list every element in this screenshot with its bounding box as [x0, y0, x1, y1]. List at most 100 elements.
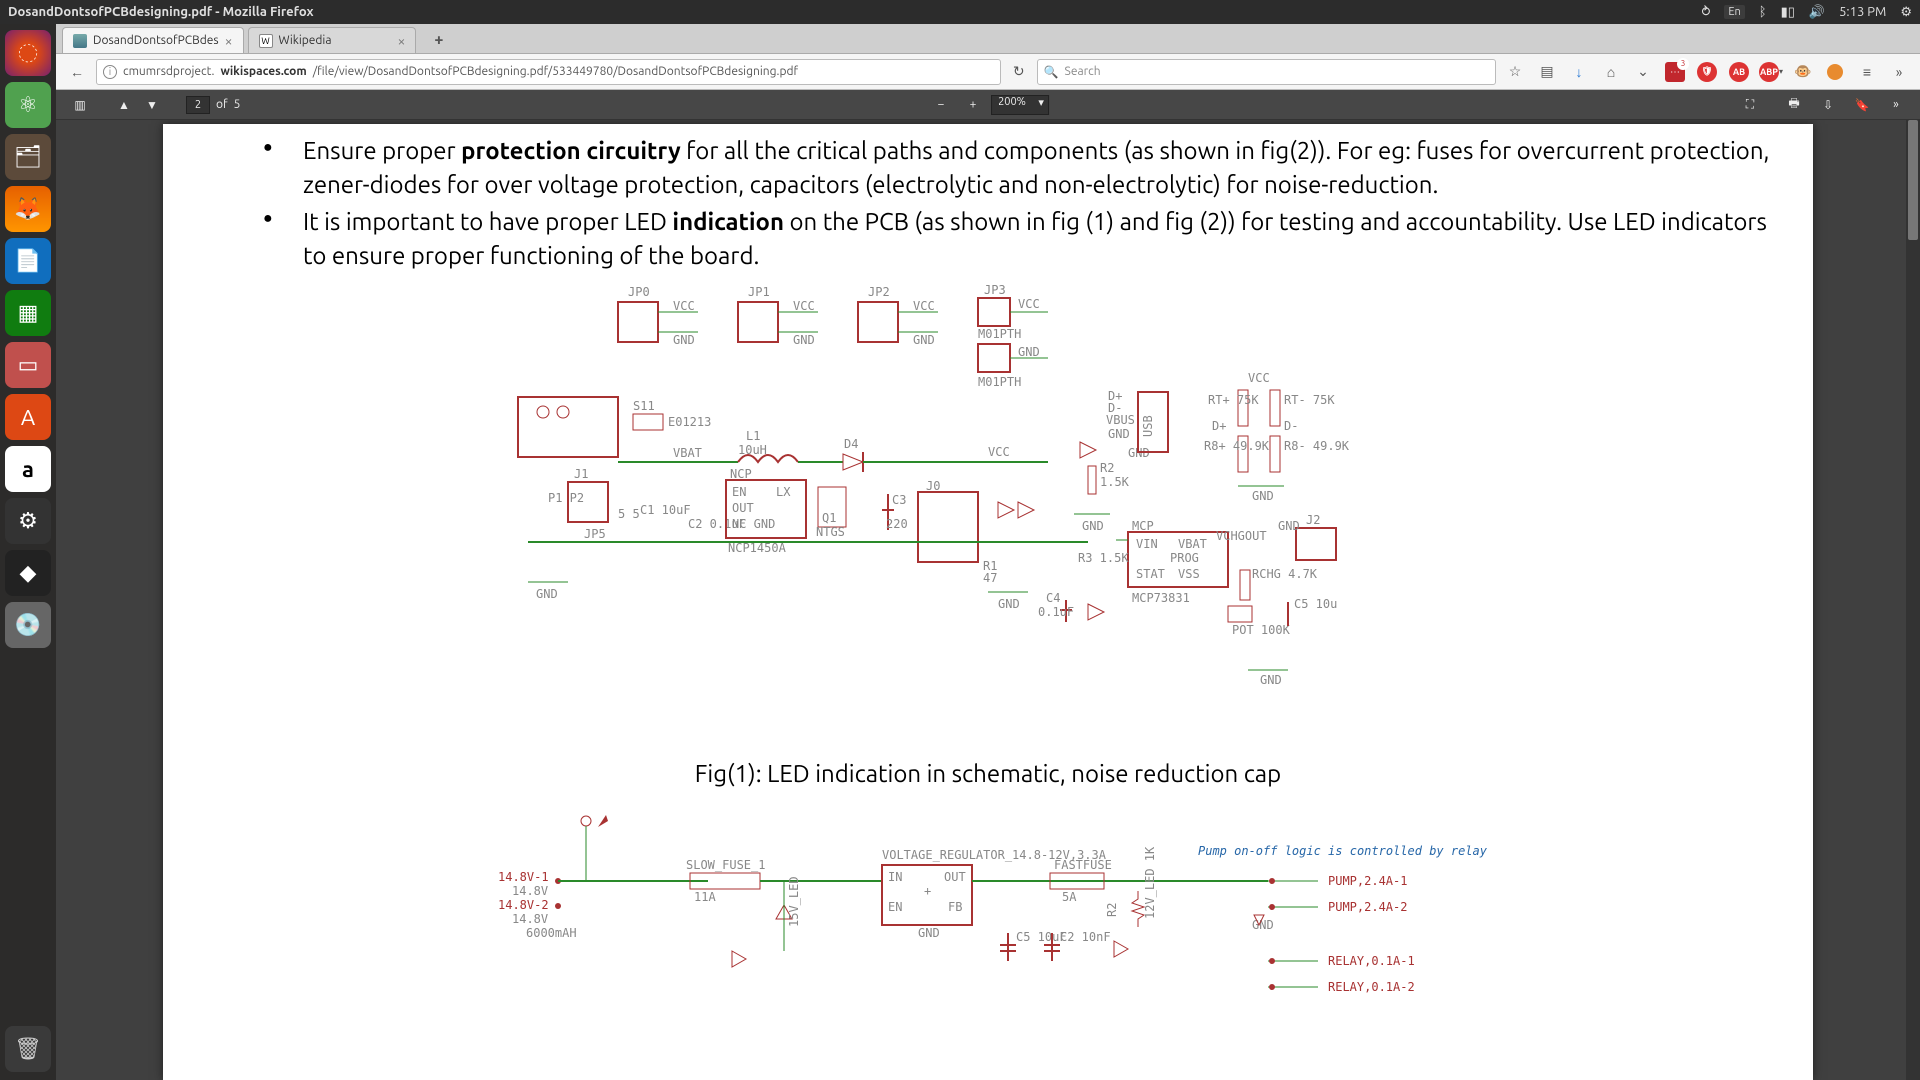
- svg-text:D-: D-: [1284, 419, 1298, 433]
- svg-text:M01PTH: M01PTH: [978, 375, 1021, 389]
- tab-wikipedia[interactable]: W Wikipedia ×: [248, 27, 417, 53]
- tab-close-button[interactable]: ×: [398, 33, 406, 49]
- svg-text:L1: L1: [746, 429, 760, 443]
- svg-text:GND: GND: [1252, 918, 1274, 932]
- svg-text:MCP: MCP: [1132, 519, 1154, 533]
- window-title: DosandDontsofPCBdesigning.pdf - Mozilla …: [8, 5, 1701, 19]
- svg-text:5 5: 5 5: [618, 507, 640, 521]
- network-icon[interactable]: ⥁: [1701, 5, 1710, 20]
- reload-button[interactable]: ↻: [1007, 63, 1031, 80]
- clock[interactable]: 5:13 PM: [1839, 5, 1886, 19]
- extension-lastpass-icon[interactable]: ⋯3: [1662, 59, 1688, 85]
- zoom-out-button[interactable]: −: [927, 91, 955, 119]
- print-button[interactable]: 🖶: [1780, 91, 1808, 119]
- back-button[interactable]: ←: [64, 59, 90, 85]
- site-info-icon[interactable]: i: [103, 65, 117, 79]
- zoom-select[interactable]: 200% ▾: [991, 95, 1049, 115]
- search-input[interactable]: 🔍 Search: [1037, 59, 1496, 85]
- svg-text:JP0: JP0: [628, 285, 650, 299]
- extension-generic-icon[interactable]: [1822, 59, 1848, 85]
- battery-icon[interactable]: ▮▯: [1781, 5, 1795, 20]
- extension-abp-icon[interactable]: ABP▾: [1758, 59, 1784, 85]
- svg-text:JP3: JP3: [984, 283, 1006, 297]
- atom-app-icon[interactable]: ⚛: [5, 82, 51, 128]
- svg-text:R2: R2: [1100, 461, 1114, 475]
- page-number-input[interactable]: [186, 96, 210, 114]
- browser-window: DosandDontsofPCBdes × W Wikipedia × + ← …: [56, 24, 1920, 1080]
- tools-menu-button[interactable]: »: [1882, 91, 1910, 119]
- svg-text:0.1uF: 0.1uF: [1038, 605, 1074, 619]
- settings-gear-icon[interactable]: ⚙: [1900, 5, 1912, 20]
- home-button[interactable]: ⌂: [1598, 59, 1624, 85]
- extension-greasemonkey-icon[interactable]: 🐵: [1790, 59, 1816, 85]
- bluetooth-icon[interactable]: ᛒ: [1759, 5, 1767, 19]
- menu-button[interactable]: ≡: [1854, 59, 1880, 85]
- download-pdf-button[interactable]: ⇩: [1814, 91, 1842, 119]
- firefox-app-icon[interactable]: 🦊: [5, 186, 51, 232]
- extension-adblock-icon[interactable]: AB: [1726, 59, 1752, 85]
- volume-icon[interactable]: 🔊: [1809, 5, 1825, 20]
- system-settings-icon[interactable]: ⚙: [5, 498, 51, 544]
- extension-ublock-icon[interactable]: 🛡: [1694, 59, 1720, 85]
- files-app-icon[interactable]: 🗂: [5, 134, 51, 180]
- sidebar-toggle-button[interactable]: ▥: [66, 91, 94, 119]
- bookmark-star-button[interactable]: ☆: [1502, 59, 1528, 85]
- svg-text:R2: R2: [1105, 903, 1119, 917]
- pdf-right-tools: ⛶ 🖶 ⇩ 🔖 »: [1736, 91, 1910, 119]
- svg-text:VCC: VCC: [793, 299, 815, 313]
- url-host: wikispaces.com: [220, 65, 306, 78]
- url-input[interactable]: i cmumrsdproject.wikispaces.com/file/vie…: [96, 59, 1001, 85]
- svg-text:GND: GND: [1278, 519, 1300, 533]
- zoom-controls: − + 200% ▾: [927, 91, 1049, 119]
- page-up-button[interactable]: ▲: [110, 91, 138, 119]
- svg-text:VBAT: VBAT: [673, 446, 702, 460]
- zoom-in-button[interactable]: +: [959, 91, 987, 119]
- tab-active[interactable]: DosandDontsofPCBdes ×: [62, 27, 244, 53]
- bookmark-pdf-button[interactable]: 🔖: [1848, 91, 1876, 119]
- svg-text:Pump on-off logic is controlle: Pump on-off logic is controlled by relay…: [1198, 844, 1488, 858]
- downloads-button[interactable]: ↓: [1566, 59, 1592, 85]
- pdf-toolbar: ▥ ▲ ▼ of 5 − + 200% ▾ ⛶ 🖶 ⇩ 🔖 »: [56, 90, 1920, 120]
- svg-text:PROG: PROG: [1170, 551, 1199, 565]
- page-sep-label: of: [216, 98, 228, 111]
- svg-text:VBAT: VBAT: [1178, 537, 1207, 551]
- schematic-fig2: 14.8V-1 14.8V 14.8V-2 14.8V 6000mAH SLOW…: [203, 801, 1773, 1001]
- svg-text:1.5K: 1.5K: [1100, 475, 1130, 489]
- svg-text:OUT: OUT: [944, 870, 966, 884]
- svg-text:D4: D4: [844, 437, 858, 451]
- pocket-button[interactable]: ⌄: [1630, 59, 1656, 85]
- svg-text:GND: GND: [1108, 427, 1130, 441]
- svg-text:USB: USB: [1141, 416, 1155, 438]
- trash-icon[interactable]: 🗑: [5, 1026, 51, 1072]
- svg-text:J1: J1: [574, 467, 588, 481]
- software-center-icon[interactable]: A: [5, 394, 51, 440]
- svg-text:VIN: VIN: [1136, 537, 1158, 551]
- reader-button[interactable]: ▤: [1534, 59, 1560, 85]
- svg-text:14.8V: 14.8V: [512, 884, 548, 898]
- new-tab-button[interactable]: +: [420, 27, 457, 53]
- svg-text:5A: 5A: [1062, 890, 1077, 904]
- disk-icon[interactable]: 💿: [5, 602, 51, 648]
- svg-text:C1 10uF: C1 10uF: [640, 503, 691, 517]
- impress-app-icon[interactable]: ▭: [5, 342, 51, 388]
- overflow-button[interactable]: »: [1886, 59, 1912, 85]
- svg-text:VCHGOUT: VCHGOUT: [1216, 529, 1267, 543]
- input-lang-indicator[interactable]: En: [1724, 5, 1744, 19]
- svg-text:GND: GND: [1082, 519, 1104, 533]
- dash-icon[interactable]: ◌: [5, 30, 51, 76]
- obs-app-icon[interactable]: ◆: [5, 550, 51, 596]
- writer-app-icon[interactable]: 📄: [5, 238, 51, 284]
- amazon-app-icon[interactable]: a: [5, 446, 51, 492]
- fullscreen-button[interactable]: ⛶: [1736, 91, 1764, 119]
- svg-text:OUT: OUT: [732, 501, 754, 515]
- url-path: /file/view/DosandDontsofPCBdesigning.pdf…: [313, 65, 798, 78]
- calc-app-icon[interactable]: ▦: [5, 290, 51, 336]
- svg-text:RT- 75K: RT- 75K: [1284, 393, 1335, 407]
- tab-close-button[interactable]: ×: [225, 33, 233, 49]
- vertical-scrollbar[interactable]: [1906, 120, 1920, 1080]
- svg-text:RELAY,0.1A-1: RELAY,0.1A-1: [1328, 954, 1415, 968]
- svg-text:VCC: VCC: [1018, 297, 1040, 311]
- scrollbar-thumb[interactable]: [1908, 120, 1918, 240]
- pdf-viewport[interactable]: Ensure proper protection circuitry for a…: [56, 120, 1920, 1080]
- page-down-button[interactable]: ▼: [138, 91, 166, 119]
